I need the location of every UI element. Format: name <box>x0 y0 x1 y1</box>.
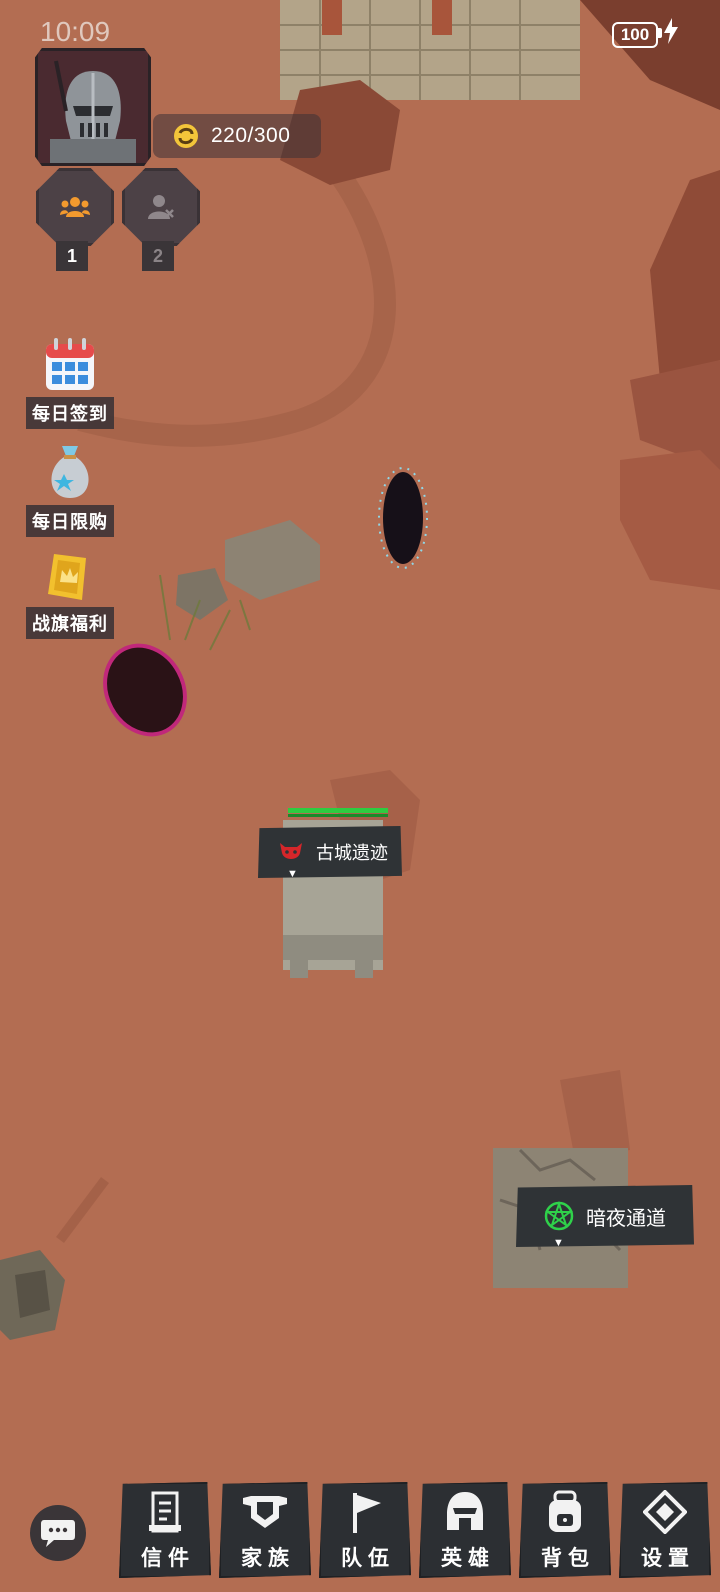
user-remove-icon <box>148 195 174 219</box>
currency-counter[interactable]: 220/300 <box>153 114 321 158</box>
knight-helmet-icon <box>38 51 148 163</box>
backpack-icon <box>549 1490 581 1532</box>
location-dark-passage-name: 暗夜通道 <box>586 1207 666 1230</box>
nav-team-label: 队伍 <box>341 1547 395 1570</box>
coin-swirl-icon <box>174 124 198 148</box>
nav-team[interactable]: 队伍 <box>319 1482 411 1578</box>
location-dark-passage[interactable]: 暗夜通道 ▼ <box>516 1185 694 1247</box>
spartan-helmet-icon <box>447 1492 483 1532</box>
chat-button[interactable] <box>30 1505 86 1561</box>
calendar-icon <box>46 338 94 390</box>
money-bag-icon <box>51 446 89 498</box>
status-time: 10:09 <box>40 16 111 47</box>
team-1-number: 1 <box>56 241 88 271</box>
banner-rewards-label: 战旗福利 <box>26 607 114 639</box>
nav-heroes-label: 英雄 <box>441 1547 495 1570</box>
daily-limited-shop-label: 每日限购 <box>26 505 114 537</box>
nav-family[interactable]: 家族 <box>219 1482 311 1578</box>
nav-mail-label: 信件 <box>141 1547 195 1570</box>
location-ancient-ruins-name: 古城遗迹 <box>316 843 388 863</box>
battery-level: 100 <box>612 22 658 48</box>
nav-mail[interactable]: 信件 <box>119 1482 211 1578</box>
group-icon <box>60 197 90 217</box>
team-2-number: 2 <box>142 241 174 271</box>
world-map[interactable] <box>0 0 720 1592</box>
battery-nub <box>658 28 662 38</box>
diamond-settings-icon <box>643 1490 687 1534</box>
golden-ticket-icon <box>48 554 86 600</box>
green-pentagram-icon <box>544 1201 574 1231</box>
daily-checkin-label: 每日签到 <box>26 397 114 429</box>
flag-icon <box>353 1493 381 1533</box>
chat-bubble-icon <box>41 1520 75 1547</box>
scroll-icon <box>149 1491 181 1533</box>
player-avatar[interactable] <box>35 48 151 166</box>
nav-family-label: 家族 <box>241 1547 295 1570</box>
banner-rewards-button[interactable]: 战旗福利 <box>22 550 118 639</box>
location-ancient-ruins[interactable]: 古城遗迹 ▼ <box>258 826 402 878</box>
daily-checkin-button[interactable]: 每日签到 <box>22 338 118 429</box>
daily-limited-shop-button[interactable]: 每日限购 <box>22 442 118 537</box>
red-beast-icon <box>280 843 302 859</box>
nav-backpack[interactable]: 背包 <box>519 1482 611 1578</box>
nav-backpack-label: 背包 <box>541 1547 595 1570</box>
nav-settings[interactable]: 设置 <box>619 1482 711 1578</box>
currency-value: 220/300 <box>211 124 291 147</box>
nav-heroes[interactable]: 英雄 <box>419 1482 511 1578</box>
charging-bolt-icon <box>664 18 678 44</box>
nav-settings-label: 设置 <box>641 1547 695 1570</box>
castle-wall <box>280 0 580 100</box>
shield-banner-icon <box>243 1496 287 1528</box>
